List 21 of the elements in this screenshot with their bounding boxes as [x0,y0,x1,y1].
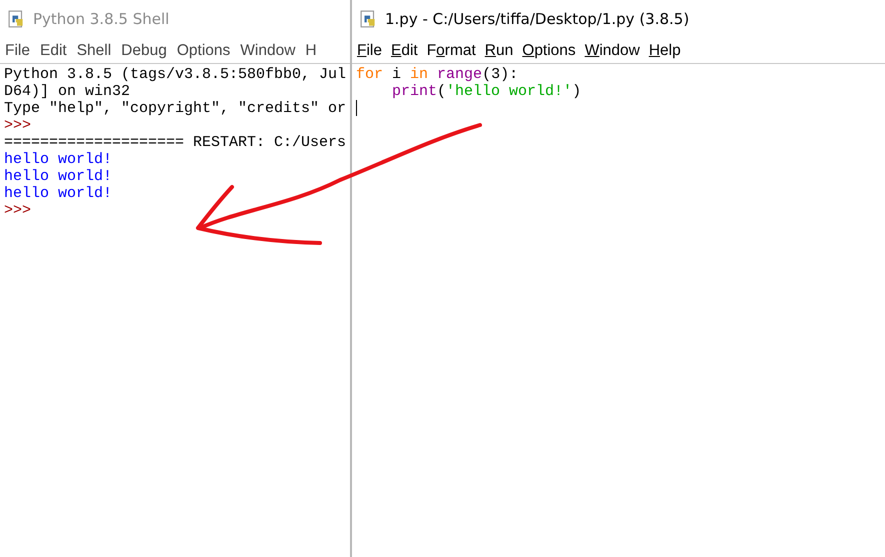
menu-item[interactable]: Options [522,42,576,60]
menu-item[interactable]: Window [584,42,640,60]
shell-output-line: hello world! [4,151,114,168]
menu-item[interactable]: Format [426,42,476,60]
window-title: 1.py - C:/Users/tiffa/Desktop/1.py (3.8.5) [385,10,690,28]
code-line: print('hello world!') [391,83,582,100]
code-line: for i in range(3): [356,66,520,83]
shell-output-line: hello world! [4,185,114,202]
shell-output-line: Type "help", "copyright", "credits" or [4,100,346,117]
shell-output-line: >>> [4,117,32,134]
shell-output-line: Python 3.8.5 (tags/v3.8.5:580fbb0, Jul [4,66,346,83]
window-title: Python 3.8.5 Shell [33,10,170,28]
shell-output-line: ==================== RESTART: C:/Users [4,134,346,151]
menu-item[interactable]: Edit [390,42,418,60]
text-cursor [356,100,357,116]
shell-output-line: hello world! [4,168,114,185]
shell-output-line: >>> [4,202,32,219]
menu-item[interactable]: Help [648,42,681,60]
menu-item[interactable]: File [357,42,382,60]
shell-output-line: D64)] on win32 [4,83,132,100]
menu-item[interactable]: Run [484,42,514,60]
